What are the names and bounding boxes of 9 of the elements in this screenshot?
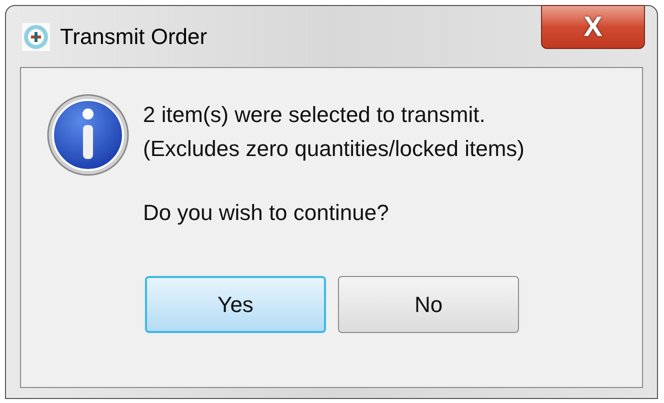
- dialog-button[interactable]: No: [338, 276, 519, 333]
- window-title: Transmit Order: [60, 23, 208, 51]
- message-text: 2 item(s) were selected to transmit.: [143, 101, 486, 129]
- info-icon: [47, 94, 129, 176]
- close-button[interactable]: X: [541, 5, 645, 49]
- message-text: (Excludes zero quantities/locked items): [143, 135, 524, 163]
- dialog-button[interactable]: Yes: [145, 276, 326, 333]
- app-icon: [22, 22, 50, 50]
- question-text: Do you wish to continue?: [143, 199, 390, 227]
